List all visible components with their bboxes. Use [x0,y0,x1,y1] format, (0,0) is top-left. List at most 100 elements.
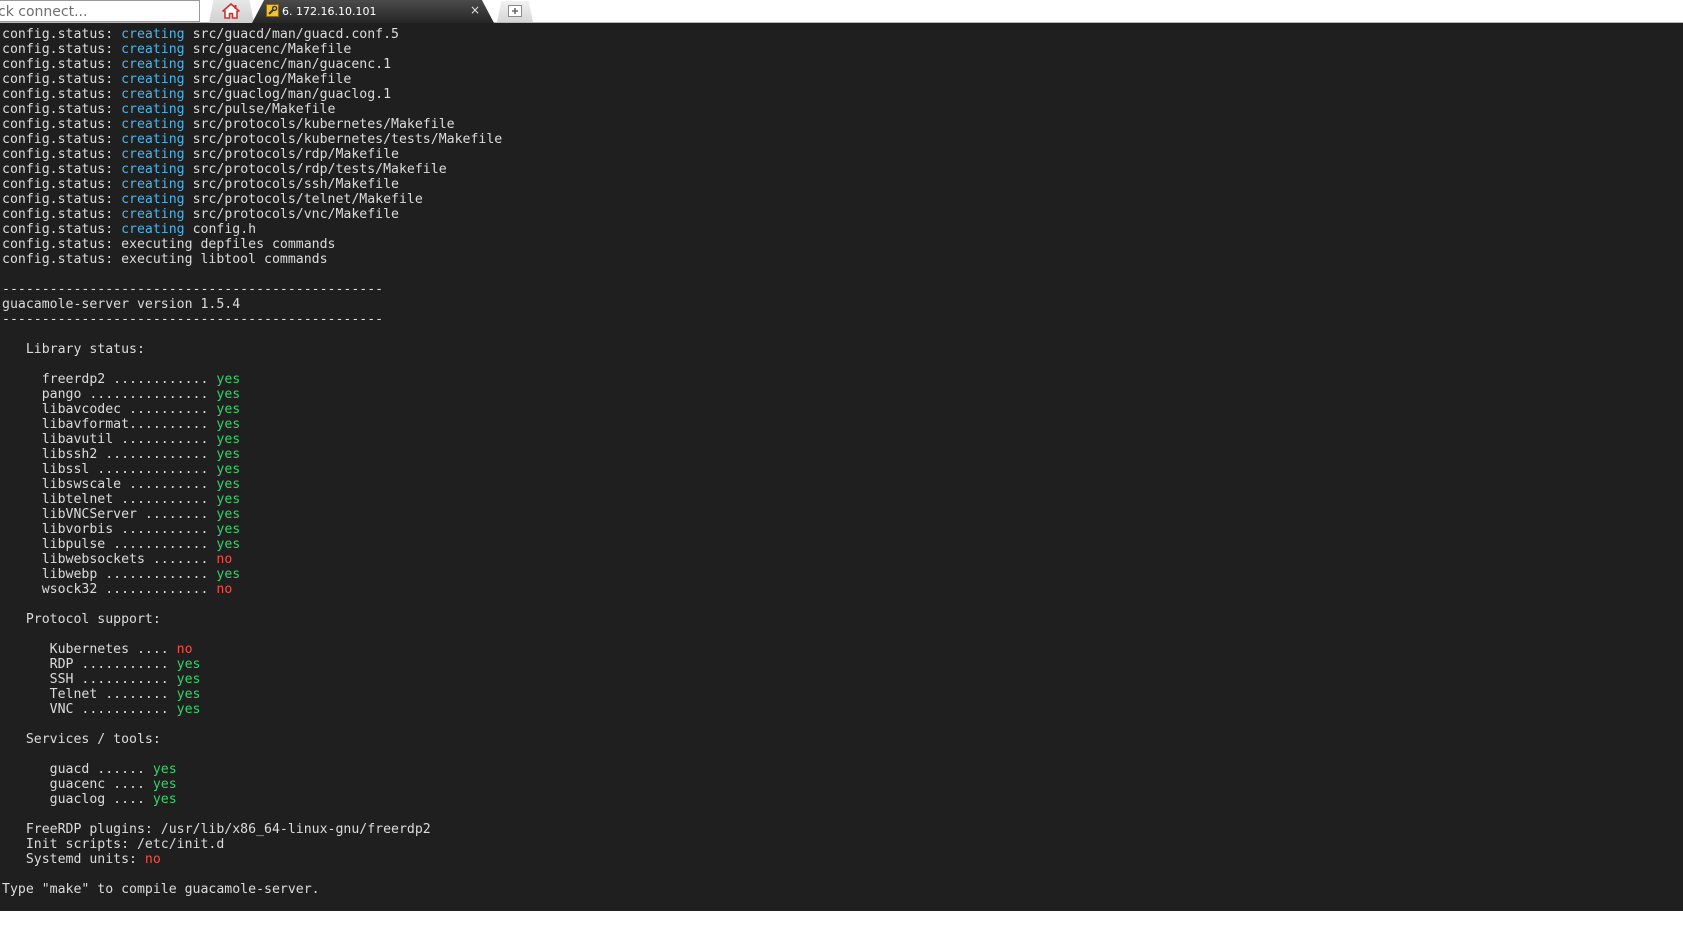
terminal-line: Systemd units: no [2,852,502,867]
terminal-text: creating [121,132,185,147]
terminal-text: guacenc .... [2,777,153,792]
terminal-line: Library status: [2,342,502,357]
terminal-text: config.status: [2,102,122,117]
terminal-line: libavformat.......... yes [2,417,502,432]
terminal-text: creating [121,27,185,42]
terminal-text: creating [121,57,185,72]
terminal-text: creating [121,207,185,222]
terminal-text: libVNCServer ........ [2,507,217,522]
terminal-text: wsock32 ............. [2,582,217,597]
terminal-text: creating [121,117,185,132]
session-tab[interactable]: 6. 172.16.10.101 × [252,0,494,23]
new-tab-button[interactable] [497,1,533,22]
terminal-text: config.status: [2,222,122,237]
terminal-line: libwebp ............. yes [2,567,502,582]
terminal-line: pango ............... yes [2,387,502,402]
terminal-text: Systemd units: [2,852,145,867]
close-icon[interactable]: × [470,3,480,17]
terminal-line: Kubernetes .... no [2,642,502,657]
status-yes: yes [152,777,177,792]
terminal-line: libvorbis ........... yes [2,522,502,537]
terminal-text: src/protocols/telnet/Makefile [184,192,423,207]
terminal-line: freerdp2 ............ yes [2,372,502,387]
status-no: no [144,852,161,867]
terminal-text: src/protocols/rdp/tests/Makefile [184,162,447,177]
terminal-text: src/guacenc/man/guacenc.1 [184,57,392,72]
status-yes: yes [216,387,241,402]
terminal-line: config.status: creating src/guacenc/Make… [2,42,502,57]
terminal-text: guacd ...... [2,762,153,777]
terminal-line: guaclog .... yes [2,792,502,807]
terminal-text: creating [121,222,185,237]
status-yes: yes [176,702,201,717]
status-yes: yes [216,522,241,537]
terminal-line: guacenc .... yes [2,777,502,792]
terminal-line: config.status: creating src/guaclog/Make… [2,72,502,87]
terminal-text: creating [121,72,185,87]
terminal-text: ----------------------------------------… [2,282,384,297]
terminal-text: Services / tools: [2,732,161,747]
terminal-line: config.status: creating src/protocols/ku… [2,117,502,132]
terminal-text: guacamole-server version 1.5.4 [2,297,241,312]
terminal-line: config.status: creating src/protocols/vn… [2,207,502,222]
terminal-line: config.status: executing depfiles comman… [2,237,502,252]
terminal-line: config.status: creating src/protocols/ku… [2,132,502,147]
terminal-line: RDP ........... yes [2,657,502,672]
status-yes: yes [216,447,241,462]
terminal-line: Services / tools: [2,732,502,747]
terminal-text: libssl .............. [2,462,217,477]
terminal-text: Type "make" to compile guacamole-server. [2,882,320,897]
terminal-text: creating [121,87,185,102]
status-yes: yes [176,687,201,702]
status-yes: yes [152,792,177,807]
status-yes: yes [216,537,241,552]
terminal-text: creating [121,102,185,117]
terminal-text: creating [121,147,185,162]
terminal-text: freerdp2 ............ [2,372,217,387]
terminal-line: wsock32 ............. no [2,582,502,597]
terminal-line: guacamole-server version 1.5.4 [2,297,502,312]
terminal-text: config.status: executing depfiles comman… [2,237,336,252]
terminal[interactable]: config.status: creating src/guacd/man/gu… [0,23,1683,933]
status-yes: yes [152,762,177,777]
status-yes: yes [216,507,241,522]
terminal-text: FreeRDP plugins: /usr/lib/x86_64-linux-g… [2,822,431,837]
terminal-text: Telnet ........ [2,687,177,702]
status-yes: yes [216,372,241,387]
terminal-text: ----------------------------------------… [2,312,384,327]
status-yes: yes [176,672,201,687]
terminal-text: config.h [184,222,257,237]
terminal-line: FreeRDP plugins: /usr/lib/x86_64-linux-g… [2,822,502,837]
terminal-text: RDP ........... [2,657,177,672]
terminal-text: config.status: [2,192,122,207]
terminal-text: src/protocols/kubernetes/Makefile [184,117,455,132]
terminal-text: config.status: [2,207,122,222]
terminal-text: libpulse ............ [2,537,217,552]
terminal-text: libavformat.......... [2,417,217,432]
terminal-text: src/protocols/rdp/Makefile [184,147,399,162]
home-tab[interactable] [209,0,254,23]
home-icon [222,3,240,19]
terminal-text: creating [121,177,185,192]
quick-connect-input[interactable] [0,0,200,22]
terminal-line: Protocol support: [2,612,502,627]
terminal-output: config.status: creating src/guacd/man/gu… [2,27,502,927]
status-yes: yes [216,567,241,582]
terminal-line: libssh2 ............. yes [2,447,502,462]
terminal-text: config.status: [2,132,122,147]
terminal-line: libssl .............. yes [2,462,502,477]
terminal-line: libavcodec .......... yes [2,402,502,417]
terminal-text: SSH ........... [2,672,177,687]
terminal-text: src/guacenc/Makefile [184,42,352,57]
terminal-text: config.status: [2,177,122,192]
terminal-text: libswscale .......... [2,477,217,492]
terminal-line: config.status: creating src/guacd/man/gu… [2,27,502,42]
terminal-line: SSH ........... yes [2,672,502,687]
